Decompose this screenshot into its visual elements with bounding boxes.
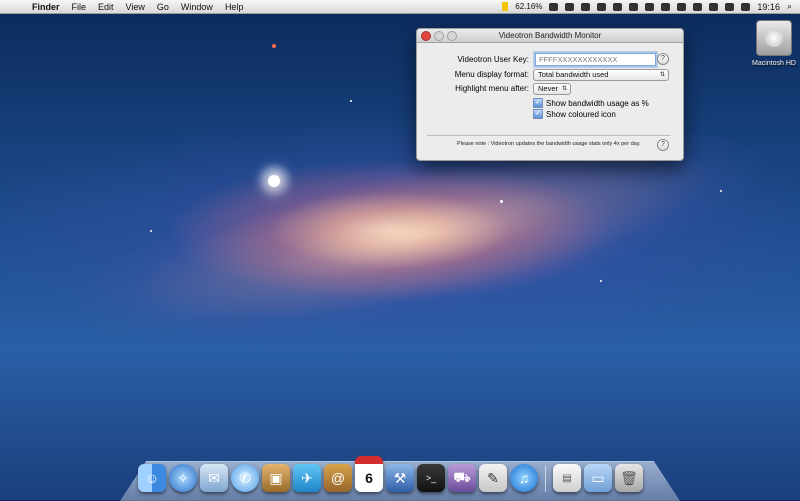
zoom-button[interactable] <box>447 31 457 41</box>
bell-status-icon[interactable] <box>645 2 655 11</box>
wallpaper-star <box>500 200 503 203</box>
menu-edit[interactable]: Edit <box>98 2 114 12</box>
menu-view[interactable]: View <box>126 2 145 12</box>
menu-display-value: Total bandwidth used <box>538 70 609 79</box>
note-help-button[interactable]: ? <box>657 139 669 151</box>
videotron-menu-icon[interactable] <box>502 2 509 11</box>
lock-status-icon[interactable] <box>661 2 671 11</box>
time-machine-icon[interactable] <box>677 2 687 11</box>
document-stack-icon[interactable]: ▤ <box>553 464 581 492</box>
window-title: Videotron Bandwidth Monitor <box>498 31 602 40</box>
dock-separator <box>545 466 546 492</box>
recycle-status-icon[interactable] <box>565 2 575 11</box>
calendar-day: 6 <box>365 470 373 486</box>
folder-stack-icon[interactable]: ▭ <box>584 464 612 492</box>
minimize-button[interactable] <box>434 31 444 41</box>
battery-status-icon[interactable] <box>613 2 623 11</box>
drive-label: Macintosh HD <box>752 60 796 67</box>
highlight-select[interactable]: Never ⇅ <box>533 83 571 95</box>
trash-icon[interactable]: 🗑 <box>615 464 643 492</box>
twitter-status-icon[interactable] <box>549 2 559 11</box>
wallpaper-star <box>272 44 276 48</box>
menu-display-select[interactable]: Total bandwidth used ⇅ <box>533 69 669 81</box>
wifi-icon[interactable] <box>709 2 719 11</box>
menu-clock[interactable]: 19:16 <box>757 2 780 12</box>
messages-icon[interactable]: ✆ <box>231 464 259 492</box>
bandwidth-percent[interactable]: 62.16% <box>515 2 542 11</box>
window-titlebar[interactable]: Videotron Bandwidth Monitor <box>417 29 683 43</box>
finder-icon[interactable]: ☺ <box>138 464 166 492</box>
menu-display-label: Menu display format: <box>454 70 529 79</box>
wallpaper-star <box>268 175 280 187</box>
select-arrows-icon: ⇅ <box>659 72 665 78</box>
menu-go[interactable]: Go <box>157 2 169 12</box>
user-key-field[interactable]: FFFFXXXXXXXXXXXX <box>535 53 656 66</box>
show-percent-checkbox[interactable]: ✓ Show bandwidth usage as % <box>533 98 649 108</box>
divider <box>427 135 671 136</box>
bookmark-status-icon[interactable] <box>629 2 639 11</box>
show-colored-label: Show coloured icon <box>546 109 616 119</box>
show-colored-checkbox[interactable]: ✓ Show coloured icon <box>533 109 616 119</box>
truck-icon[interactable]: ⛟ <box>448 464 476 492</box>
preferences-window: Videotron Bandwidth Monitor Videotron Us… <box>416 28 684 161</box>
menu-help[interactable]: Help <box>225 2 244 12</box>
battery-icon[interactable] <box>741 2 751 11</box>
volume-icon[interactable] <box>725 2 735 11</box>
wallpaper-star <box>150 230 152 232</box>
itunes-icon[interactable]: ♫ <box>510 464 538 492</box>
address-book-icon[interactable]: @ <box>324 464 352 492</box>
twitter-icon[interactable]: ✈ <box>293 464 321 492</box>
wallpaper-star <box>350 100 352 102</box>
package-icon[interactable]: ▣ <box>262 464 290 492</box>
close-button[interactable] <box>421 31 431 41</box>
show-percent-label: Show bandwidth usage as % <box>546 98 649 108</box>
dropbox-status-icon[interactable] <box>581 2 591 11</box>
menu-window[interactable]: Window <box>181 2 213 12</box>
safari-icon[interactable]: ✧ <box>169 464 197 492</box>
traffic-lights <box>421 31 457 41</box>
xcode-icon[interactable]: ⚒ <box>386 464 414 492</box>
calendar-icon[interactable]: 6 <box>355 456 383 492</box>
menu-app-name[interactable]: Finder <box>32 2 60 12</box>
highlight-value: Never <box>538 84 559 93</box>
highlight-label: Highlight menu after: <box>455 84 529 93</box>
checkmark-icon: ✓ <box>533 98 543 108</box>
user-key-label: Videotron User Key: <box>457 55 529 64</box>
terminal-icon[interactable]: >_ <box>417 464 445 492</box>
wallpaper-star <box>600 280 602 282</box>
hard-drive-icon <box>756 20 792 56</box>
menu-bar: Finder File Edit View Go Window Help 62.… <box>0 0 800 14</box>
macintosh-hd-icon[interactable]: Macintosh HD <box>752 20 796 68</box>
checkmark-icon: ✓ <box>533 109 543 119</box>
status-area: 62.16% 19:16 ⌕ <box>502 0 792 13</box>
gear-status-icon[interactable] <box>597 2 607 11</box>
bluetooth-icon[interactable] <box>693 2 703 11</box>
help-button[interactable]: ? <box>657 53 669 65</box>
spotlight-icon[interactable]: ⌕ <box>787 1 792 12</box>
update-note: Please note : Videotron updates the band… <box>457 141 641 147</box>
wallpaper-star <box>720 190 722 192</box>
dock: ☺ ✧ ✉ ✆ ▣ ✈ @ 6 ⚒ >_ ⛟ ✎ ♫ ▤ ▭ 🗑 <box>138 456 643 492</box>
preview-icon[interactable]: ✎ <box>479 464 507 492</box>
select-arrows-icon: ⇅ <box>561 86 567 92</box>
mail-stamp-icon[interactable]: ✉ <box>200 464 228 492</box>
menu-file[interactable]: File <box>72 2 87 12</box>
